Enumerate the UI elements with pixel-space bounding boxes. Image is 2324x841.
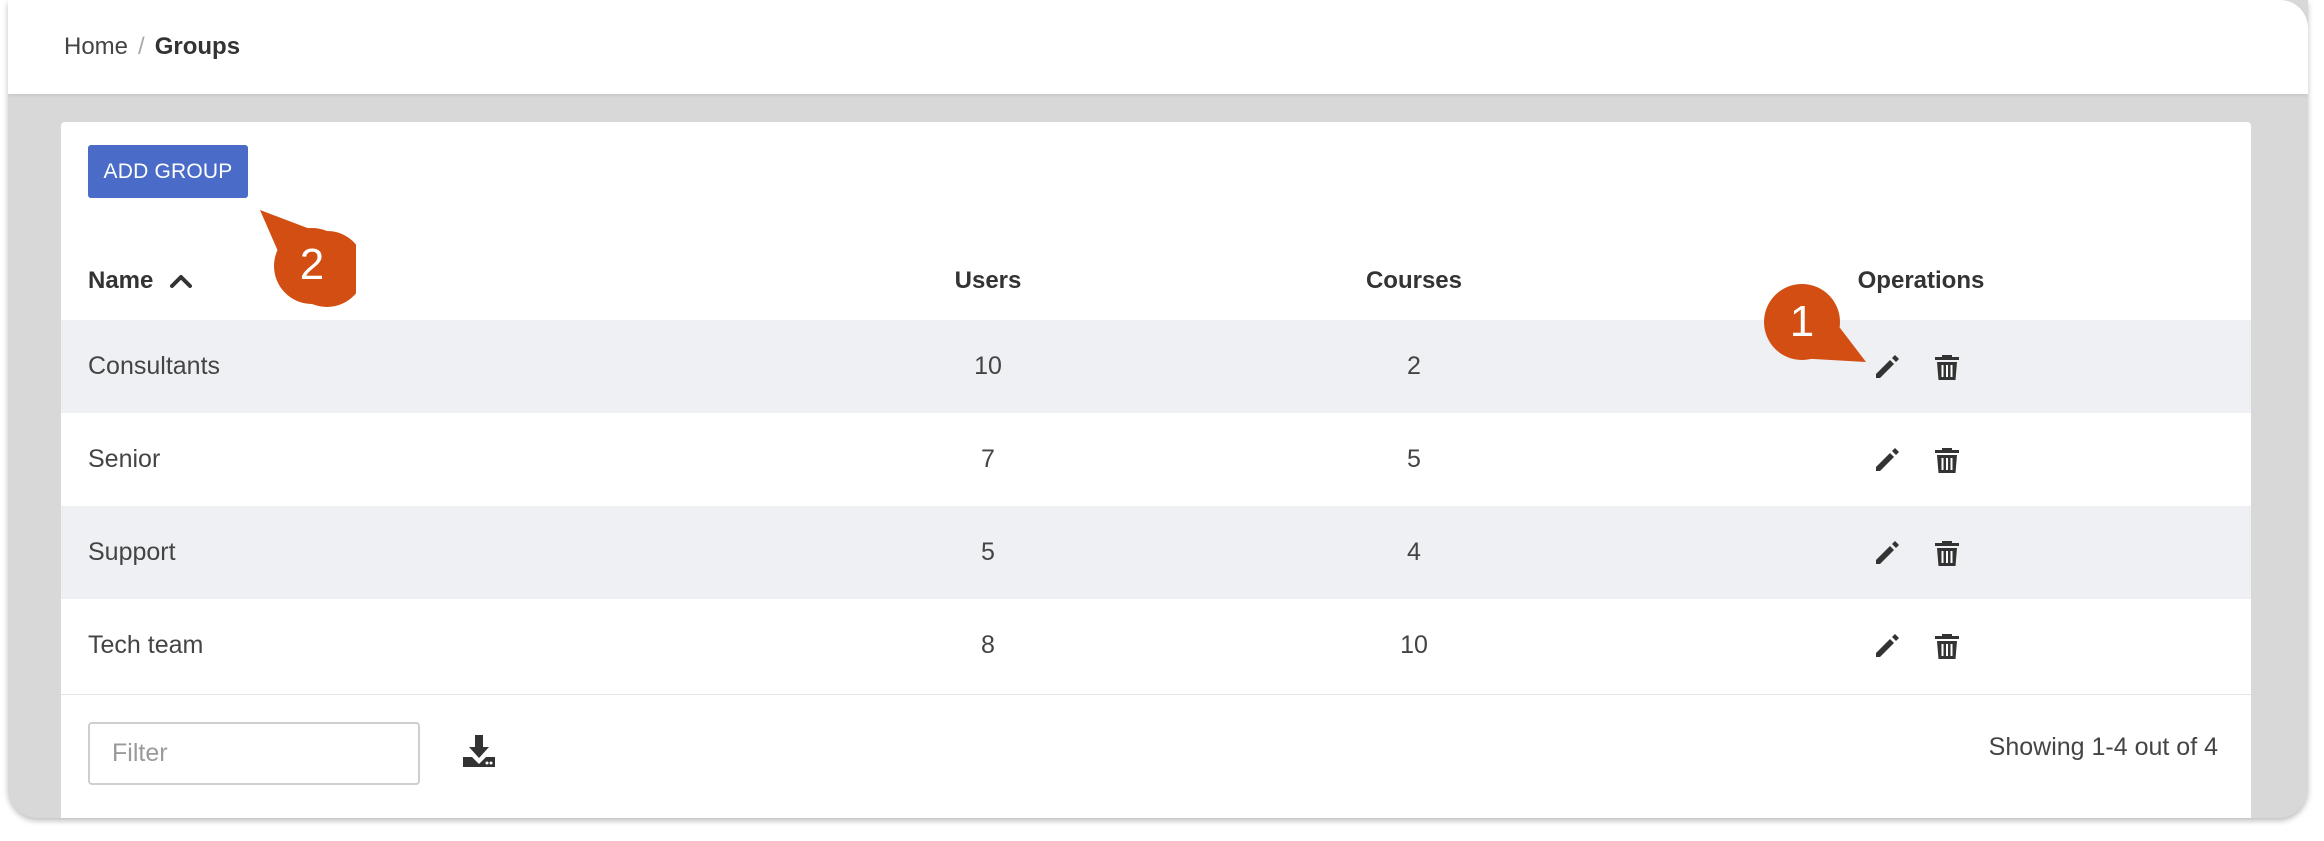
table-row: Senior 7 5 [61, 413, 2251, 506]
table-body: Consultants 10 2 Senior 7 5 Support 5 4 … [61, 320, 2251, 692]
cell-name[interactable]: Tech team [88, 599, 203, 692]
cell-operations [1871, 413, 1981, 506]
callout-2: 2 [260, 210, 356, 307]
trash-icon[interactable] [1931, 351, 1963, 383]
column-header-courses[interactable]: Courses [1314, 242, 1514, 320]
column-header-users[interactable]: Users [888, 242, 1088, 320]
cell-courses: 4 [1407, 538, 1421, 566]
pencil-icon[interactable] [1871, 444, 1903, 476]
breadcrumb: Home / Groups [64, 33, 240, 61]
top-bar: Home / Groups [8, 0, 2308, 94]
groups-panel: ADD GROUP Name Users Courses Operations … [61, 122, 2251, 818]
cell-courses: 10 [1400, 631, 1428, 659]
breadcrumb-current: Groups [154, 33, 241, 60]
cell-name[interactable]: Senior [88, 413, 160, 506]
cell-users: 10 [974, 352, 1002, 380]
cell-operations [1871, 599, 1981, 692]
pagination-summary: Showing 1-4 out of 4 [1988, 733, 2218, 761]
table-header: Name Users Courses Operations [61, 242, 2251, 320]
cell-courses: 5 [1407, 445, 1421, 473]
cell-users: 5 [981, 538, 995, 566]
breadcrumb-home-link[interactable]: Home [64, 33, 128, 61]
cell-name[interactable]: Consultants [88, 320, 220, 413]
cell-users: 7 [981, 445, 995, 473]
trash-icon[interactable] [1931, 630, 1963, 662]
trash-icon[interactable] [1931, 444, 1963, 476]
cell-operations [1871, 320, 1981, 413]
callout-1-label: 1 [1790, 297, 1814, 346]
breadcrumb-separator: / [138, 33, 145, 60]
pencil-icon[interactable] [1871, 537, 1903, 569]
cell-name[interactable]: Support [88, 506, 176, 599]
pencil-icon[interactable] [1871, 630, 1903, 662]
chevron-up-icon[interactable] [169, 273, 193, 289]
add-group-button[interactable]: ADD GROUP [88, 145, 248, 198]
trash-icon[interactable] [1931, 537, 1963, 569]
filter-input[interactable] [88, 722, 420, 785]
table-footer: Showing 1-4 out of 4 [61, 694, 2251, 818]
column-header-name-label: Name [88, 267, 154, 294]
table-row: Tech team 8 10 [61, 599, 2251, 692]
cell-operations [1871, 506, 1981, 599]
app-frame: Home / Groups ADD GROUP Name Users Cours… [8, 0, 2308, 818]
download-icon[interactable] [461, 733, 497, 769]
callout-1: 1 [1764, 284, 1866, 362]
table-row: Consultants 10 2 [61, 320, 2251, 413]
cell-users: 8 [981, 631, 995, 659]
cell-courses: 2 [1407, 352, 1421, 380]
pencil-icon[interactable] [1871, 351, 1903, 383]
callout-2-label: 2 [300, 240, 324, 289]
column-header-name[interactable]: Name [88, 242, 193, 320]
table-row: Support 5 4 [61, 506, 2251, 599]
